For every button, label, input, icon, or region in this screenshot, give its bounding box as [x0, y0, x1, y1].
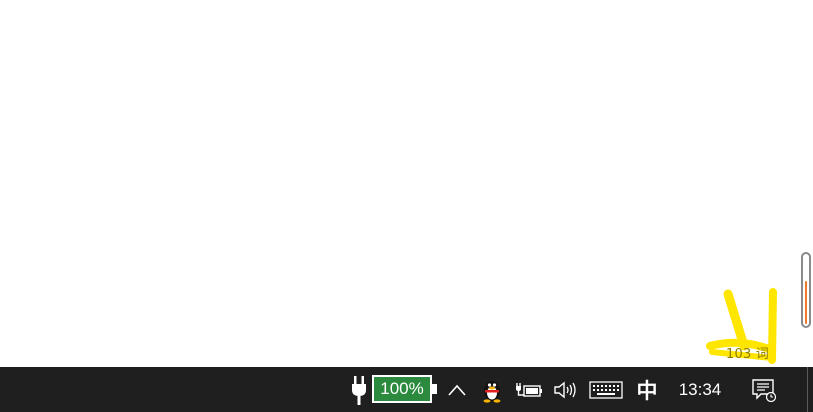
word-count-label: 103 词	[726, 347, 769, 362]
battery-percent-text: 100%	[380, 379, 424, 398]
qq-penguin-icon[interactable]	[478, 367, 506, 412]
speaker-icon[interactable]	[552, 367, 578, 412]
battery-percent-indicator[interactable]: 100%	[372, 375, 432, 403]
power-plug-icon[interactable]	[348, 367, 370, 412]
level-gauge	[801, 252, 811, 328]
clock[interactable]: 13:34	[670, 367, 730, 412]
level-gauge-fill	[805, 281, 807, 324]
ime-mode-text: 中	[636, 378, 658, 403]
battery-terminal	[432, 384, 437, 394]
ime-mode-indicator[interactable]: 中	[632, 367, 662, 412]
action-center-icon[interactable]	[748, 367, 780, 412]
battery-charging-icon[interactable]	[514, 367, 544, 412]
chevron-up-icon[interactable]	[444, 367, 470, 412]
desktop-area	[0, 0, 813, 367]
taskbar: 100% 中 13:34	[0, 367, 813, 412]
show-desktop-button[interactable]	[807, 367, 808, 412]
touch-keyboard-icon[interactable]	[588, 367, 624, 412]
clock-time: 13:34	[678, 379, 722, 399]
